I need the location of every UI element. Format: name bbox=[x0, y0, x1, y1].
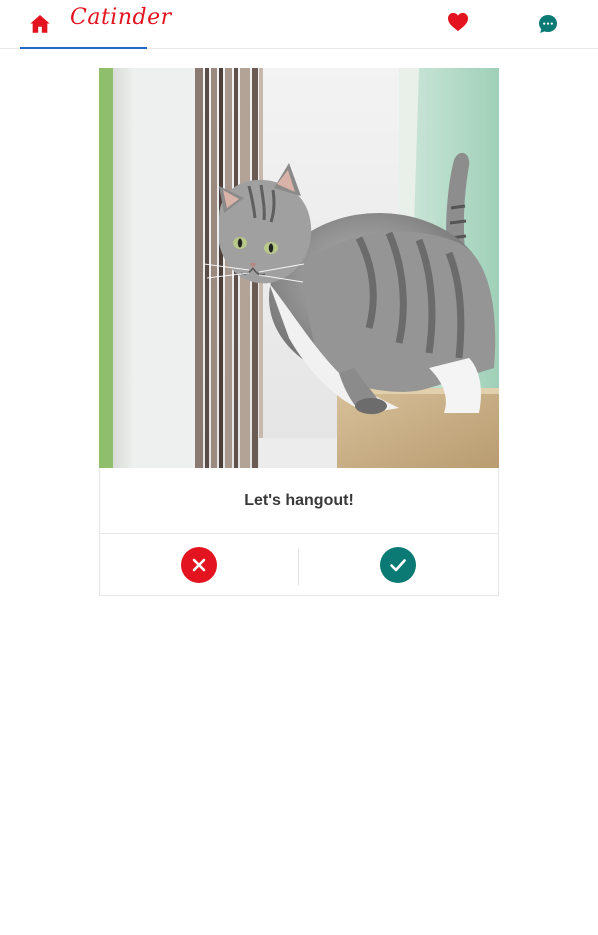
home-icon bbox=[30, 15, 50, 33]
cat-photo-illustration bbox=[99, 68, 499, 468]
action-divider bbox=[298, 549, 299, 585]
profile-card: Let's hangout! bbox=[99, 68, 499, 596]
accept-button[interactable] bbox=[380, 547, 416, 583]
home-tab[interactable]: Catinder bbox=[20, 0, 171, 49]
close-icon bbox=[192, 558, 206, 572]
reject-button[interactable] bbox=[181, 547, 217, 583]
brand-name: Catinder bbox=[70, 5, 172, 30]
heart-icon[interactable] bbox=[447, 12, 469, 32]
top-navigation: Catinder bbox=[0, 0, 598, 49]
profile-caption: Let's hangout! bbox=[100, 468, 498, 534]
action-bar bbox=[100, 535, 498, 595]
check-icon bbox=[390, 559, 406, 572]
cat-photo bbox=[99, 68, 499, 468]
chat-bubble-icon[interactable] bbox=[538, 14, 558, 34]
